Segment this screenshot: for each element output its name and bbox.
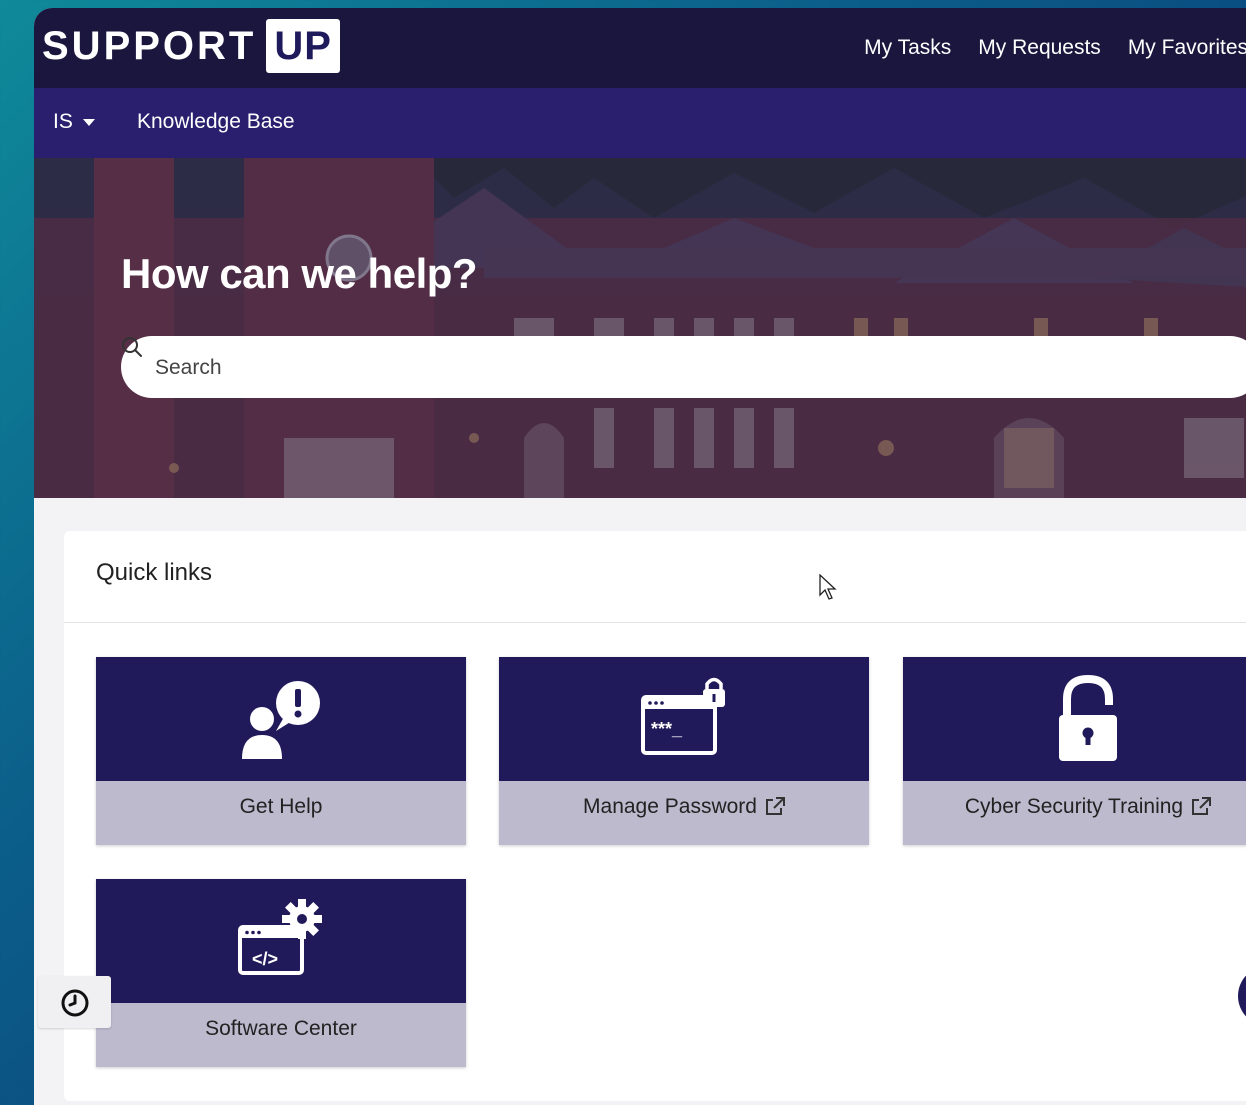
nav-my-favorites[interactable]: My Favorites [1128, 36, 1246, 60]
external-link-icon [1192, 797, 1212, 815]
card-top: </> [96, 879, 466, 1003]
nav-knowledge-base[interactable]: Knowledge Base [137, 88, 295, 158]
password-lock-icon: ***_ [641, 677, 725, 755]
is-dropdown[interactable]: IS [53, 88, 95, 158]
external-link-icon [765, 797, 785, 815]
logo-box: UP [266, 19, 340, 73]
card-top [96, 657, 466, 781]
search-bar [121, 336, 1246, 400]
search-icon[interactable] [121, 336, 143, 358]
app-window: SUPPORT UP My Tasks My Requests My Favor… [34, 8, 1246, 1105]
code-gear-icon: </> [238, 899, 322, 975]
padlock-icon [1059, 675, 1117, 761]
campus-building-image [34, 158, 1246, 498]
person-alert-icon [242, 681, 320, 759]
hero-banner: How can we help? [34, 158, 1246, 498]
clock-icon [61, 989, 89, 1017]
card-cyber-security-training[interactable]: Cyber Security Training [903, 657, 1246, 845]
svg-text:***_: ***_ [651, 719, 683, 739]
card-label-row: Manage Password [499, 781, 869, 845]
card-top [903, 657, 1246, 781]
card-label: Manage Password [583, 795, 757, 818]
quick-links-title: Quick links [96, 559, 213, 586]
svg-text:</>: </> [252, 949, 278, 969]
top-bar: SUPPORT UP My Tasks My Requests My Favor… [34, 8, 1246, 88]
nav-my-requests[interactable]: My Requests [978, 36, 1101, 60]
divider [64, 622, 1246, 623]
card-label-row: Cyber Security Training [903, 781, 1246, 845]
logo-text: SUPPORT [42, 24, 257, 68]
card-get-help[interactable]: Get Help [96, 657, 466, 845]
chevron-down-icon [82, 118, 95, 126]
hero-title: How can we help? [121, 250, 478, 297]
card-label: Software Center [96, 1003, 466, 1067]
search-input[interactable] [153, 336, 1157, 400]
sub-nav: IS Knowledge Base [34, 88, 1246, 158]
card-top: ***_ [499, 657, 869, 781]
top-nav: My Tasks My Requests My Favorites [864, 8, 1246, 88]
card-manage-password[interactable]: ***_ Manage Password [499, 657, 869, 845]
history-button[interactable] [38, 976, 111, 1028]
card-label: Get Help [96, 781, 466, 845]
card-software-center[interactable]: </> Software Center [96, 879, 466, 1067]
card-label: Cyber Security Training [964, 795, 1184, 818]
is-dropdown-label: IS [53, 110, 73, 133]
nav-my-tasks[interactable]: My Tasks [864, 36, 951, 60]
logo[interactable]: SUPPORT UP [42, 18, 340, 74]
mouse-cursor-icon [819, 573, 839, 607]
quick-links-panel: Quick links Get Help ***_ Manage Passwor… [64, 531, 1246, 1101]
